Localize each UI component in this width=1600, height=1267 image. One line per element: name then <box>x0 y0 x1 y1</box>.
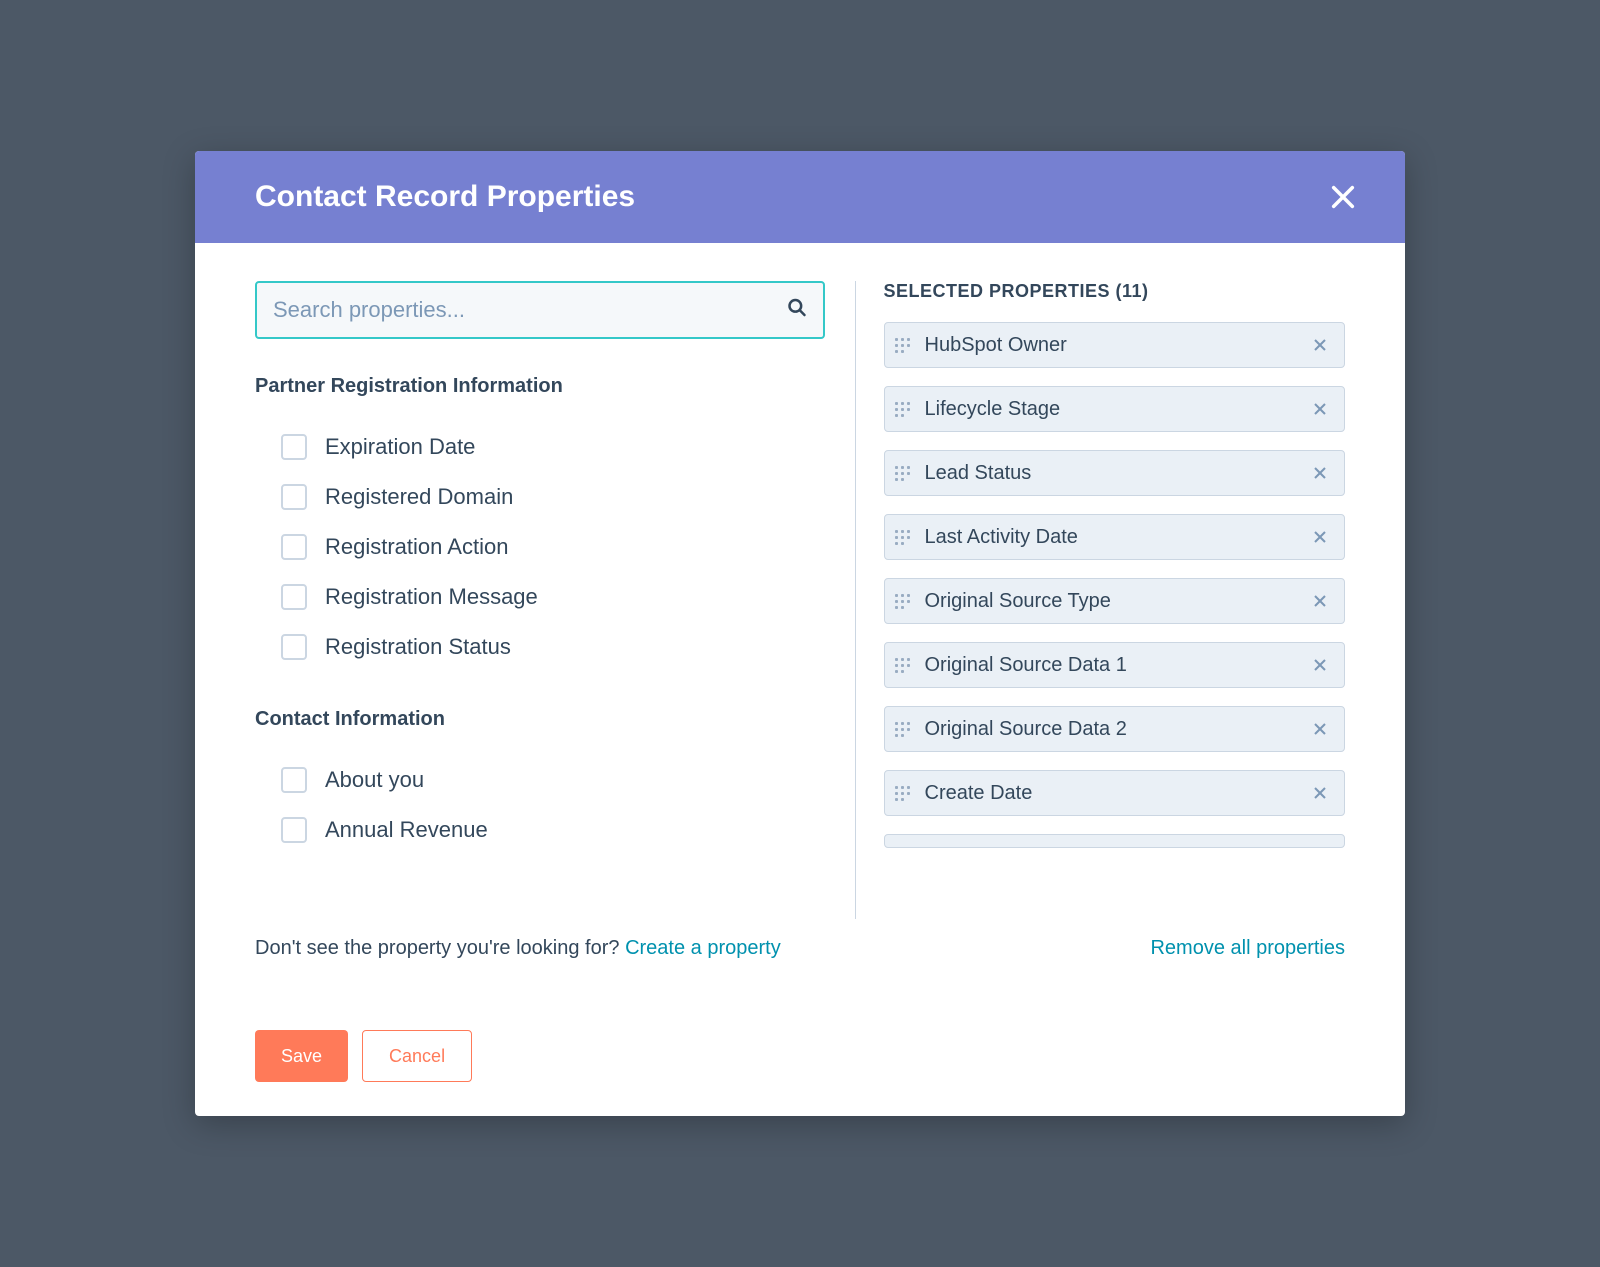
cancel-button[interactable]: Cancel <box>362 1030 472 1082</box>
property-label: Expiration Date <box>325 434 475 460</box>
create-property-link[interactable]: Create a property <box>625 937 781 959</box>
remove-property-button[interactable] <box>1310 399 1330 419</box>
property-item[interactable]: Registration Action <box>255 522 825 572</box>
footer-buttons-row: Save Cancel <box>195 960 1405 1116</box>
remove-property-button[interactable] <box>1310 719 1330 739</box>
remove-property-button[interactable] <box>1310 783 1330 803</box>
selected-property-item[interactable]: Original Source Data 1 <box>884 642 1346 688</box>
drag-handle-icon[interactable] <box>895 397 911 421</box>
remove-property-button[interactable] <box>1310 527 1330 547</box>
selected-property-item[interactable]: HubSpot Owner <box>884 322 1346 368</box>
property-label: Registration Status <box>325 634 511 660</box>
selected-properties-list: HubSpot Owner Lifecycle Stage Lead Statu… <box>884 322 1346 919</box>
remove-all-properties-link[interactable]: Remove all properties <box>1150 937 1345 960</box>
search-input[interactable] <box>255 281 825 339</box>
checkbox[interactable] <box>281 817 307 843</box>
selected-property-item[interactable]: Lead Status <box>884 450 1346 496</box>
drag-handle-icon[interactable] <box>895 717 911 741</box>
modal-body: Partner Registration Information Expirat… <box>195 243 1405 919</box>
checkbox[interactable] <box>281 584 307 610</box>
close-button[interactable] <box>1325 179 1361 215</box>
checkbox[interactable] <box>281 484 307 510</box>
modal-header: Contact Record Properties <box>195 151 1405 243</box>
selected-property-label: Lifecycle Stage <box>925 398 1311 421</box>
selected-property-label: Original Source Type <box>925 590 1311 613</box>
selected-property-label: Original Source Data 1 <box>925 654 1311 677</box>
checkbox[interactable] <box>281 767 307 793</box>
property-item[interactable]: Annual Revenue <box>255 805 825 855</box>
property-label: Annual Revenue <box>325 817 488 843</box>
drag-handle-icon[interactable] <box>895 781 911 805</box>
remove-property-button[interactable] <box>1310 463 1330 483</box>
selected-property-label: Original Source Data 2 <box>925 718 1311 741</box>
modal-title: Contact Record Properties <box>255 180 635 214</box>
selected-property-item[interactable]: Original Source Data 2 <box>884 706 1346 752</box>
checkbox[interactable] <box>281 634 307 660</box>
selected-property-item[interactable]: Last Activity Date <box>884 514 1346 560</box>
property-group: Partner Registration Information Expirat… <box>255 375 825 672</box>
group-title: Partner Registration Information <box>255 375 825 398</box>
property-item[interactable]: Expiration Date <box>255 422 825 472</box>
selected-property-label: Last Activity Date <box>925 526 1311 549</box>
property-item[interactable]: Registration Status <box>255 622 825 672</box>
close-icon <box>1329 183 1357 211</box>
property-label: About you <box>325 767 424 793</box>
property-label: Registration Action <box>325 534 508 560</box>
remove-property-button[interactable] <box>1310 655 1330 675</box>
drag-handle-icon[interactable] <box>895 525 911 549</box>
selected-property-item[interactable] <box>884 834 1346 848</box>
property-item[interactable]: Registration Message <box>255 572 825 622</box>
save-button[interactable]: Save <box>255 1030 348 1082</box>
drag-handle-icon[interactable] <box>895 461 911 485</box>
contact-record-properties-modal: Contact Record Properties Partner Regist… <box>195 151 1405 1116</box>
checkbox[interactable] <box>281 434 307 460</box>
drag-handle-icon[interactable] <box>895 834 911 848</box>
selected-property-item[interactable]: Create Date <box>884 770 1346 816</box>
group-title: Contact Information <box>255 708 825 731</box>
remove-property-button[interactable] <box>1310 591 1330 611</box>
selected-property-item[interactable]: Lifecycle Stage <box>884 386 1346 432</box>
selected-property-item[interactable]: Original Source Type <box>884 578 1346 624</box>
available-properties-column: Partner Registration Information Expirat… <box>255 281 855 919</box>
property-label: Registered Domain <box>325 484 513 510</box>
drag-handle-icon[interactable] <box>895 653 911 677</box>
drag-handle-icon[interactable] <box>895 333 911 357</box>
property-item[interactable]: Registered Domain <box>255 472 825 522</box>
property-group: Contact Information About you Annual Rev… <box>255 708 825 855</box>
selected-properties-column: SELECTED PROPERTIES (11) HubSpot Owner L… <box>855 281 1346 919</box>
checkbox[interactable] <box>281 534 307 560</box>
footer-links-row: Don't see the property you're looking fo… <box>195 919 1405 960</box>
selected-property-label: Create Date <box>925 782 1311 805</box>
selected-property-label: Lead Status <box>925 462 1311 485</box>
drag-handle-icon[interactable] <box>895 589 911 613</box>
footer-prompt-text: Don't see the property you're looking fo… <box>255 937 625 959</box>
remove-property-button[interactable] <box>1310 335 1330 355</box>
property-item[interactable]: About you <box>255 755 825 805</box>
property-label: Registration Message <box>325 584 538 610</box>
create-property-prompt: Don't see the property you're looking fo… <box>255 937 781 960</box>
selected-property-label: HubSpot Owner <box>925 334 1311 357</box>
search-wrap <box>255 281 825 339</box>
selected-properties-header: SELECTED PROPERTIES (11) <box>884 281 1346 302</box>
